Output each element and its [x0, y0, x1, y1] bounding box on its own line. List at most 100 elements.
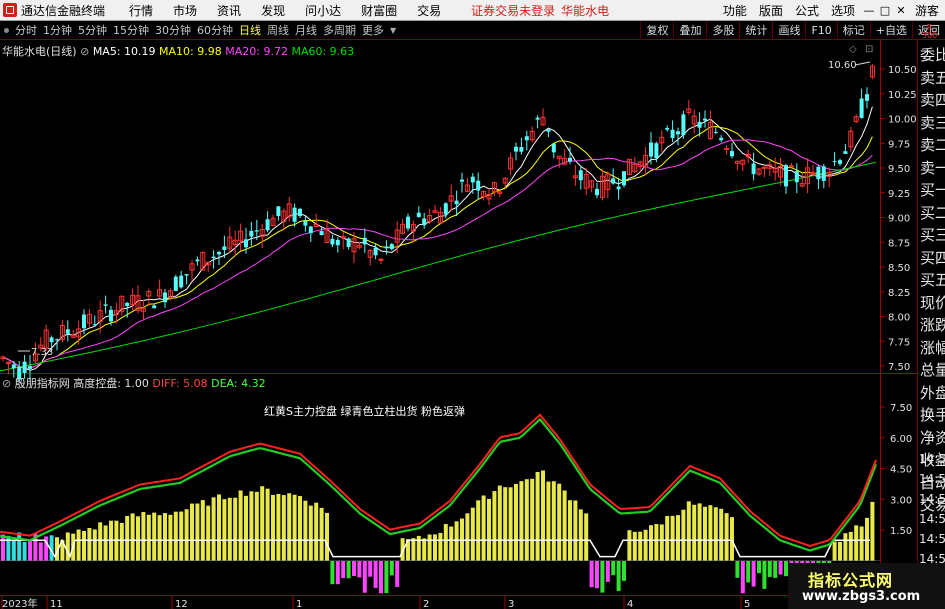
indicator-bar	[438, 532, 443, 561]
period-tab-1min[interactable]: 1分钟	[40, 22, 75, 38]
period-tab-monthly[interactable]: 月线	[292, 22, 320, 38]
menu-functions[interactable]: 功能	[717, 2, 753, 19]
candle-body	[211, 256, 216, 258]
quote-field-label: 换手	[920, 406, 945, 424]
indicator-bar	[173, 511, 178, 561]
quote-field-label: 涨跌	[920, 316, 945, 334]
quote-field-label: 外盘	[920, 383, 945, 402]
indicator-bar	[395, 560, 400, 587]
menu-trade[interactable]: 交易	[407, 2, 451, 19]
indicator-bar	[92, 529, 97, 561]
minimize-button[interactable]: —	[861, 4, 877, 17]
indicator-bar	[157, 515, 162, 561]
indicator-bar	[287, 493, 292, 561]
guest-user[interactable]: 游客	[909, 2, 945, 19]
close-button[interactable]: ✕	[893, 4, 909, 17]
legend-toggle-icon[interactable]: ⊘	[80, 45, 89, 58]
period-tab-5min[interactable]: 5分钟	[75, 22, 110, 38]
indicator-bar	[433, 534, 437, 561]
candle-body	[378, 258, 384, 261]
watermark: 指标公式网 www.zbgs3.com	[788, 563, 945, 609]
menu-market[interactable]: 市场	[163, 2, 207, 19]
tool-mark-button[interactable]: 标记	[836, 20, 870, 40]
indicator-bar	[578, 509, 583, 561]
candle-body	[551, 143, 556, 153]
indicator-bar	[584, 513, 589, 561]
candle-body	[82, 314, 86, 329]
candle-body	[389, 244, 394, 249]
ma20-label: MA20: 9.72	[225, 45, 288, 58]
period-tab-weekly[interactable]: 周线	[264, 22, 292, 38]
candle-body	[222, 246, 227, 250]
indicator-bar	[740, 560, 745, 594]
period-tab-multi[interactable]: 多周期	[320, 22, 359, 38]
more-chevron-icon[interactable]: ▼	[387, 26, 399, 35]
menu-layout[interactable]: 版面	[753, 2, 789, 19]
price-tick-label: 8.00	[888, 313, 910, 324]
period-tab-timeshare[interactable]: 分时	[12, 22, 40, 38]
period-tab-60min[interactable]: 60分钟	[194, 22, 236, 38]
indicator-bar	[254, 491, 259, 561]
tool-multi-stock-button[interactable]: 多股	[706, 20, 739, 40]
period-tab-30min[interactable]: 30分钟	[152, 22, 194, 38]
tool-stats-button[interactable]: 统计	[739, 20, 772, 40]
candle-body	[335, 239, 340, 246]
high-price-label: 10.60	[828, 60, 857, 71]
candle-body	[125, 302, 130, 307]
trade-time: 14:56	[919, 472, 945, 486]
price-tick-label: 7.50	[888, 362, 910, 373]
ma10-label: MA10: 9.98	[159, 45, 222, 58]
period-tab-daily[interactable]: 日线	[236, 22, 264, 38]
menu-options[interactable]: 选项	[825, 2, 861, 19]
menu-formula[interactable]: 公式	[789, 2, 825, 19]
candle-body	[460, 179, 464, 182]
menu-news[interactable]: 资讯	[207, 2, 251, 19]
indicator-bar	[697, 503, 702, 561]
menu-discover[interactable]: 发现	[251, 2, 295, 19]
tool-f10-button[interactable]: F10	[805, 20, 836, 40]
maximize-button[interactable]: □	[877, 4, 893, 17]
indicator-bar	[346, 560, 351, 579]
candle-body	[163, 292, 167, 303]
menu-quotes[interactable]: 行情	[119, 2, 163, 19]
indicator-bar	[146, 514, 151, 561]
collapse-icon[interactable]: ⊡	[865, 44, 873, 55]
candle-body	[65, 329, 70, 334]
indicator-bar	[362, 560, 367, 593]
indicator-bar	[384, 560, 389, 594]
indicator-toggle-icon[interactable]: ⊘	[2, 377, 11, 390]
indicator-bar	[1, 534, 5, 561]
indicator-bar	[551, 481, 556, 561]
indicator-bar	[757, 560, 761, 574]
indicator-bar	[17, 532, 22, 561]
indicator-bar	[589, 560, 594, 588]
indicator-bar	[379, 560, 383, 594]
indicator-bar	[692, 504, 697, 561]
candle-body	[249, 230, 254, 237]
indicator-tick-label: 7.50	[890, 403, 912, 414]
indicator-bar	[206, 505, 211, 561]
indicator-bar	[832, 541, 837, 561]
menu-ask[interactable]: 问小达	[295, 2, 351, 19]
candle-body	[422, 218, 427, 226]
quote-field-label: 卖一	[920, 158, 945, 177]
candle-body	[373, 247, 378, 256]
indicator-bar	[670, 515, 675, 561]
tool-add-watchlist-button[interactable]: +自选	[869, 20, 912, 40]
tool-adjust-button[interactable]: 复权	[640, 20, 673, 40]
menu-wealth[interactable]: 财富圈	[351, 2, 407, 19]
candle-body	[761, 166, 767, 169]
indicator-bar	[546, 481, 551, 561]
indicator-bar	[443, 524, 448, 561]
diamond-icon[interactable]: ◇	[849, 44, 857, 55]
period-tab-more[interactable]: 更多	[359, 22, 387, 38]
tool-draw-button[interactable]: 画线	[772, 20, 805, 40]
chart-area[interactable]: 10.50 10.25 10.00 9.75 9.50 9.25 9.00 8.75 8.50 8…	[0, 40, 917, 609]
candle-body	[22, 361, 27, 373]
price-tick-label: 9.25	[888, 189, 910, 200]
candle-body	[654, 143, 659, 159]
period-tab-15min[interactable]: 15分钟	[110, 22, 152, 38]
indicator-bar	[611, 560, 616, 576]
tool-overlay-button[interactable]: 叠加	[673, 20, 706, 40]
trade-time: 14:56	[919, 512, 945, 526]
